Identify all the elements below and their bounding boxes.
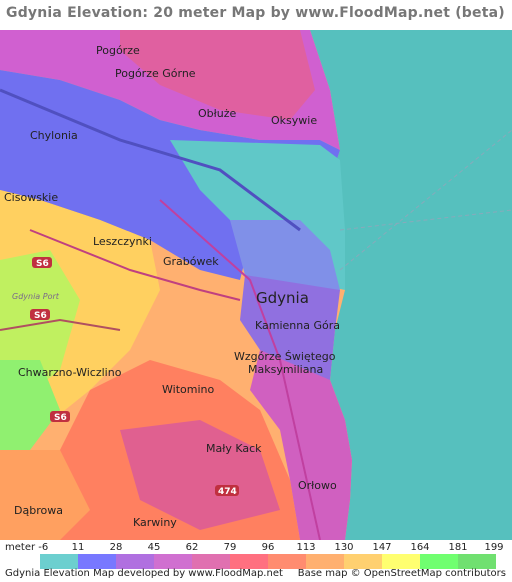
legend-value: 147 xyxy=(372,542,392,553)
svg-text:S6: S6 xyxy=(34,311,47,321)
place-label: Maksymiliana xyxy=(248,363,323,376)
footer-credit: Gdynia Elevation Map developed by www.Fl… xyxy=(5,568,283,579)
place-label: Pogórze Górne xyxy=(115,67,196,80)
legend-value: 130 xyxy=(334,542,354,553)
legend-swatch xyxy=(306,554,344,569)
place-label: Mały Kack xyxy=(206,442,262,455)
legend-swatch xyxy=(268,554,306,569)
title-bar: Gdynia Elevation: 20 meter Map by www.Fl… xyxy=(0,0,512,30)
legend-swatch xyxy=(458,554,496,569)
legend-value: 11 xyxy=(71,542,85,553)
legend-value: 164 xyxy=(410,542,430,553)
legend-swatch xyxy=(420,554,458,569)
road-badge-s6: S6 xyxy=(32,257,52,269)
page-title: Gdynia Elevation: 20 meter Map by www.Fl… xyxy=(6,5,505,21)
place-label: Pogórze xyxy=(96,44,140,57)
legend-swatch xyxy=(230,554,268,569)
place-label: Wzgórze Świętego xyxy=(234,350,336,363)
road-badge-474: 474 xyxy=(215,485,239,497)
footer-attribution: Base map © OpenStreetMap contributors xyxy=(297,568,506,579)
place-label: Chwarzno-Wiczlino xyxy=(18,366,122,379)
legend-swatch xyxy=(382,554,420,569)
legend-value: 181 xyxy=(448,542,468,553)
legend-value: 96 xyxy=(261,542,275,553)
place-label: Oksywie xyxy=(271,114,317,127)
place-label: Kamienna Góra xyxy=(255,319,340,332)
legend-swatch xyxy=(78,554,116,569)
place-label: Dąbrowa xyxy=(14,504,63,517)
legend-value: 28 xyxy=(109,542,123,553)
elevation-legend: meter -6 11 28 45 62 79 96 113 130 147 1… xyxy=(0,540,512,570)
place-label: Leszczynki xyxy=(93,235,152,248)
place-label: Karwiny xyxy=(133,516,177,529)
place-label: Witomino xyxy=(162,383,214,396)
place-label: Gdynia xyxy=(256,289,309,307)
place-label: Grabówek xyxy=(163,255,219,268)
legend-value: 113 xyxy=(296,542,316,553)
svg-text:S6: S6 xyxy=(54,413,67,423)
elevation-map[interactable]: S6 S6 S6 474 Pogórze Pogórze Górne Obłuż… xyxy=(0,30,512,540)
road-badge-s6: S6 xyxy=(30,309,50,321)
legend-swatch xyxy=(40,554,78,569)
svg-text:S6: S6 xyxy=(36,259,49,269)
legend-value: 45 xyxy=(147,542,161,553)
legend-unit: meter -6 xyxy=(5,542,49,553)
legend-value: 79 xyxy=(223,542,237,553)
footer: Gdynia Elevation Map developed by www.Fl… xyxy=(0,568,512,582)
legend-value: 62 xyxy=(185,542,199,553)
svg-text:474: 474 xyxy=(218,487,237,497)
place-label: Chylonia xyxy=(30,129,78,142)
place-label: Orłowo xyxy=(298,479,337,492)
place-label: Obłuże xyxy=(198,107,237,120)
legend-swatch xyxy=(154,554,192,569)
legend-value: 199 xyxy=(484,542,504,553)
road-badge-s6: S6 xyxy=(50,411,70,423)
legend-swatch xyxy=(344,554,382,569)
place-label: Gdynia Port xyxy=(12,292,60,301)
place-label: Cisowskie xyxy=(4,191,58,204)
legend-swatch xyxy=(116,554,154,569)
legend-swatch xyxy=(192,554,230,569)
